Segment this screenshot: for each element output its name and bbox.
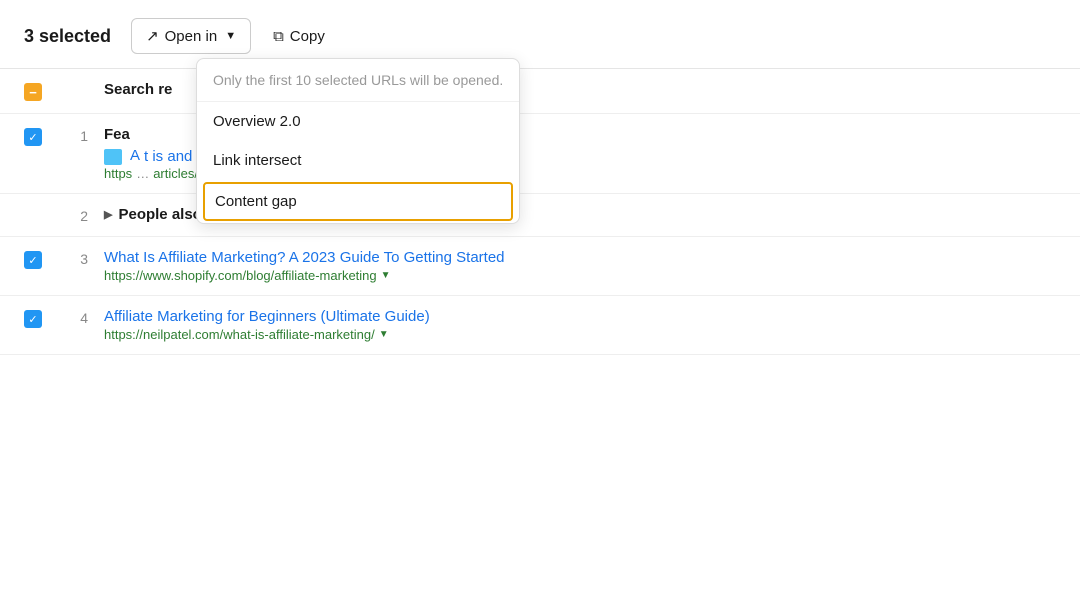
row-4-link[interactable]: Affiliate Marketing for Beginners (Ultim…: [104, 308, 1056, 325]
results-table: − Search re ✓ 1 Fea A t is and How to Ge…: [0, 69, 1080, 355]
section-header-label: Search re: [104, 81, 172, 98]
table-row: ✓ 4 Affiliate Marketing for Beginners (U…: [0, 296, 1080, 355]
url-dropdown-icon[interactable]: ▼: [379, 329, 389, 340]
dropdown-item-link-intersect[interactable]: Link intersect: [197, 141, 519, 180]
row-1-checkbox[interactable]: ✓: [24, 126, 48, 146]
copy-icon: ⧉: [273, 28, 284, 45]
dropdown-item-overview[interactable]: Overview 2.0: [197, 102, 519, 141]
thumbnail-icon: [104, 149, 122, 165]
url-dropdown-icon[interactable]: ▼: [381, 270, 391, 281]
row-3-link[interactable]: What Is Affiliate Marketing? A 2023 Guid…: [104, 249, 1056, 266]
dropdown-hint: Only the first 10 selected URLs will be …: [197, 59, 519, 102]
table-row: ✓ 1 Fea A t is and How to Get Started ht…: [0, 114, 1080, 194]
table-row: ✓ 3 What Is Affiliate Marketing? A 2023 …: [0, 237, 1080, 296]
minus-icon[interactable]: −: [24, 83, 42, 101]
table-row: 2 ▶ People also ask: [0, 194, 1080, 237]
selected-count-label: 3 selected: [24, 26, 111, 47]
open-in-button[interactable]: ↗ Open in ▼: [131, 18, 251, 54]
chevron-down-icon: ▼: [225, 30, 236, 42]
row-3-url: https://www.shopify.com/blog/affiliate-m…: [104, 268, 1056, 283]
dropdown-menu: Only the first 10 selected URLs will be …: [196, 58, 520, 224]
toolbar: 3 selected ↗ Open in ▼ ⧉ Copy Only the f…: [0, 0, 1080, 69]
open-in-icon: ↗: [146, 27, 159, 45]
copy-label: Copy: [290, 28, 325, 45]
copy-button[interactable]: ⧉ Copy: [263, 20, 335, 53]
table-row: − Search re: [0, 69, 1080, 114]
open-in-dropdown: Only the first 10 selected URLs will be …: [196, 58, 520, 224]
select-all-checkbox[interactable]: −: [24, 81, 48, 101]
open-in-label: Open in: [165, 28, 218, 45]
row-3-checkbox[interactable]: ✓: [24, 249, 48, 269]
row-1-link[interactable]: A: [130, 147, 140, 164]
expand-arrow-icon[interactable]: ▶: [104, 208, 112, 221]
row-4-url: https://neilpatel.com/what-is-affiliate-…: [104, 327, 1056, 342]
dropdown-item-content-gap[interactable]: Content gap: [203, 182, 513, 221]
row-4-checkbox[interactable]: ✓: [24, 308, 48, 328]
